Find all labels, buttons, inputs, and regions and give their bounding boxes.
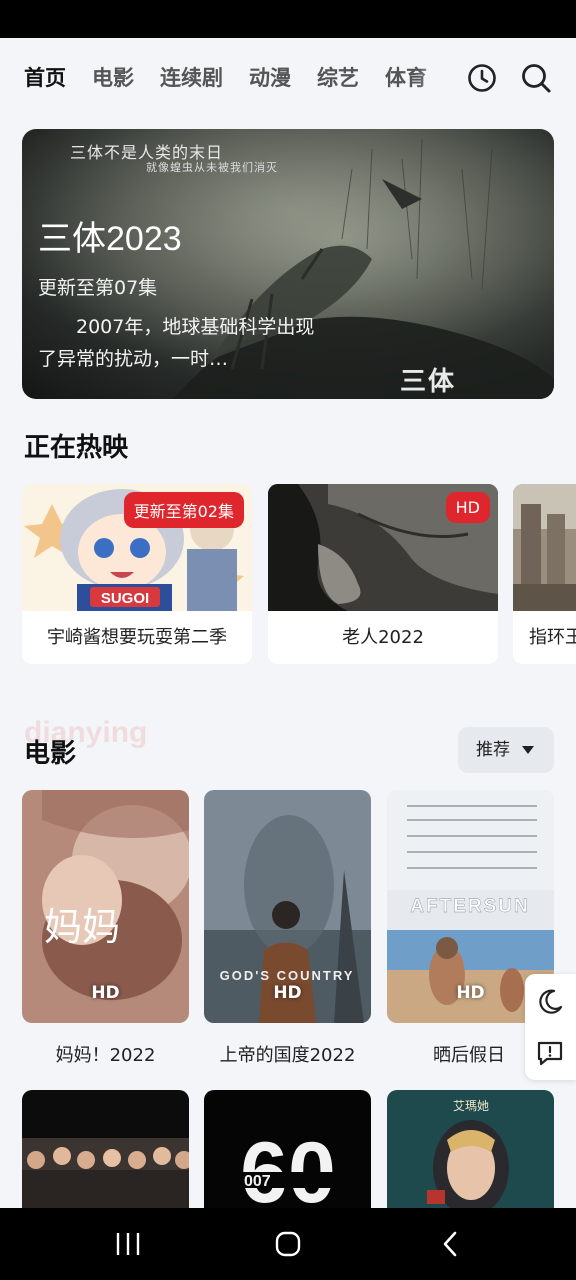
svg-text:007: 007 [244, 1173, 271, 1190]
007-poster-art: 60 007 [204, 1090, 371, 1208]
caret-down-icon [522, 746, 534, 754]
moon-icon[interactable] [535, 987, 565, 1017]
back-icon[interactable] [440, 1230, 460, 1258]
now-showing-title: 正在热映 [24, 433, 129, 463]
hd-label: HD [91, 983, 120, 1003]
anime-thumbnail-text: SUGOI [101, 590, 149, 607]
banner-title: 三体2023 [38, 220, 182, 258]
banner-description: 2007年，地球基础科学出现了异常的扰动，一时… [38, 316, 315, 370]
007-poster-text: 60 [240, 1125, 336, 1208]
gods-country-poster-text: GOD'S COUNTRY [220, 968, 355, 983]
now-showing-card[interactable]: SUGOI 更新至第02集 宇崎酱想要玩耍第二季 [22, 484, 252, 664]
banner-episode: 更新至第07集 [38, 277, 158, 299]
now-showing-row: SUGOI 更新至第02集 宇崎酱想要玩耍第二季 HD 老人2022 指环王 [22, 484, 576, 664]
movie-poster[interactable]: 艾瑪她 [387, 1090, 554, 1208]
movie-poster[interactable]: GOD'S COUNTRY HD [204, 790, 371, 1023]
side-tools [525, 974, 576, 1080]
top-nav: 首页 电影 连续剧 动漫 综艺 体育 [0, 38, 576, 120]
thriller-poster-art: 艾瑪她 [387, 1090, 554, 1208]
banner-poster-logo: 三体 [400, 367, 457, 397]
hd-label: HD [273, 983, 302, 1003]
now-showing-card-title: 指环王 [529, 627, 576, 648]
sort-label: 推荐 [476, 740, 510, 760]
tab-fade [418, 58, 448, 102]
mama-poster-text: 妈妈 [44, 905, 120, 949]
movie-poster[interactable]: 60 007 [204, 1090, 371, 1208]
thriller-poster-text: 艾瑪她 [453, 1099, 489, 1113]
feedback-icon[interactable] [535, 1038, 565, 1068]
now-showing-card-title: 宇崎酱想要玩耍第二季 [47, 627, 227, 648]
now-showing-card[interactable]: 指环王 [513, 484, 576, 664]
recent-apps-icon[interactable] [115, 1230, 141, 1258]
home-icon[interactable] [274, 1230, 302, 1258]
hd-badge: HD [445, 492, 490, 523]
movies-section-title: 电影 [24, 739, 77, 769]
now-showing-card-title: 老人2022 [342, 627, 424, 648]
tab-series[interactable]: 连续剧 [160, 64, 223, 92]
category-tabs: 首页 电影 连续剧 动漫 综艺 体育 [24, 64, 450, 104]
banner-poster-tagline-sub: 就像蝗虫从未被我们消灭 [146, 161, 278, 174]
search-icon[interactable] [520, 62, 552, 94]
tab-movies[interactable]: 电影 [92, 64, 134, 92]
system-nav-bar [0, 1208, 576, 1280]
sort-dropdown[interactable]: 推荐 [458, 727, 554, 773]
featured-banner[interactable]: 三体不是人类的末日 就像蝗虫从未被我们消灭 三体2023 更新至第07集 200… [22, 129, 554, 399]
now-showing-card[interactable]: HD 老人2022 [268, 484, 498, 664]
movie-title[interactable]: 妈妈！2022 [22, 1041, 189, 1067]
movie-poster[interactable] [22, 1090, 189, 1208]
status-bar [0, 0, 576, 38]
movie-poster[interactable]: 妈妈 HD [22, 790, 189, 1023]
lotr-thumbnail [513, 484, 576, 611]
movie-title[interactable]: 上帝的国度2022 [204, 1041, 371, 1067]
tab-variety[interactable]: 综艺 [317, 64, 359, 92]
history-icon[interactable] [466, 62, 498, 94]
tab-anime[interactable]: 动漫 [249, 64, 291, 92]
episode-badge: 更新至第02集 [123, 492, 244, 528]
aftersun-poster-text: AFTERSUN [410, 896, 529, 917]
ensemble-poster-art [22, 1090, 189, 1208]
tab-home[interactable]: 首页 [24, 64, 68, 92]
